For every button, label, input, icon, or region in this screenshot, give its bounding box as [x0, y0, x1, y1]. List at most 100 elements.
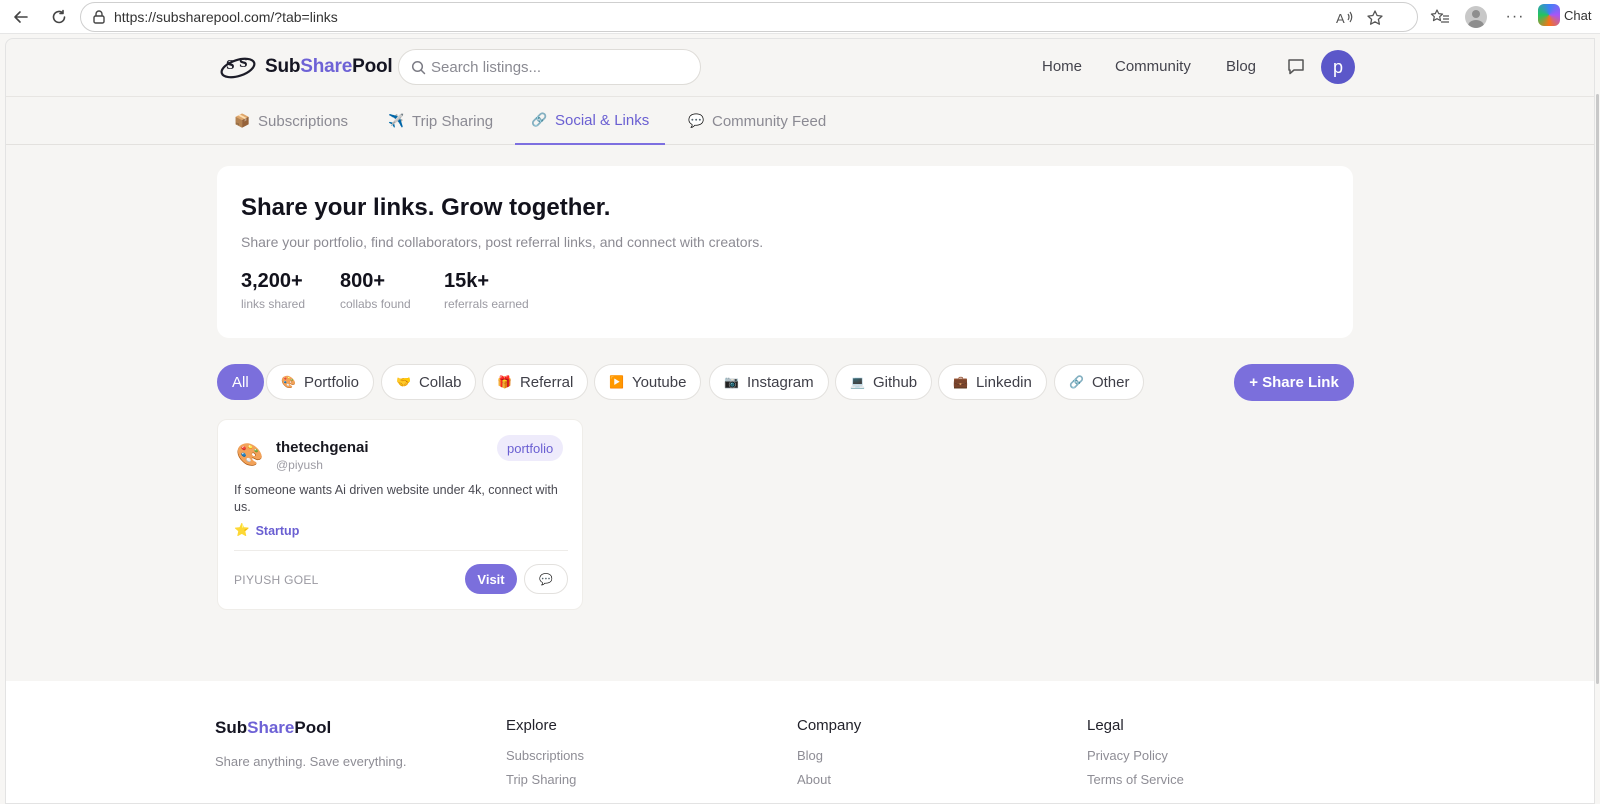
footer-link-terms[interactable]: Terms of Service [1087, 772, 1184, 787]
card-tag: ⭐ Startup [234, 523, 299, 538]
visit-button[interactable]: Visit [465, 564, 517, 594]
share-link-button[interactable]: + Share Link [1234, 364, 1354, 401]
footer-brand[interactable]: SubSharePool [215, 718, 331, 738]
hero-subtitle: Share your portfolio, find collaborators… [241, 234, 764, 250]
nav-community[interactable]: Community [1115, 58, 1191, 75]
search-box[interactable] [398, 49, 701, 85]
filter-instagram[interactable]: 📷 Instagram [709, 364, 829, 400]
card-handle: @piyush [276, 458, 323, 472]
user-avatar[interactable]: p [1321, 50, 1355, 84]
palette-icon: 🎨 [281, 375, 296, 389]
svg-text:S: S [226, 58, 235, 72]
footer-link-privacy[interactable]: Privacy Policy [1087, 748, 1184, 763]
tab-trip-sharing[interactable]: ✈️ Trip Sharing [372, 97, 509, 145]
footer-tagline: Share anything. Save everything. [215, 754, 407, 769]
camera-icon: 📷 [724, 375, 739, 389]
svg-text:A: A [1336, 11, 1345, 26]
footer-heading: Legal [1087, 717, 1124, 734]
filter-label: Portfolio [303, 373, 359, 391]
footer-link-blog[interactable]: Blog [797, 748, 861, 763]
logo-mark-icon: S S [220, 56, 256, 79]
back-arrow-icon[interactable] [10, 6, 32, 28]
favorite-star-icon[interactable] [1365, 9, 1385, 27]
footer-link-subscriptions[interactable]: Subscriptions [506, 748, 584, 763]
card-description: If someone wants Ai driven website under… [234, 483, 558, 514]
stat-value: 800+ [340, 270, 386, 292]
play-icon: ▶️ [609, 375, 624, 389]
card-owner: PIYUSH GOEL [234, 573, 319, 587]
scrollbar-thumb[interactable] [1596, 94, 1599, 684]
filter-github[interactable]: 💻 Github [835, 364, 933, 400]
footer-link-about[interactable]: About [797, 772, 861, 787]
filter-label: All [232, 373, 249, 391]
footer-heading: Explore [506, 717, 557, 734]
chat-bubble-icon[interactable] [1286, 57, 1306, 82]
browser-toolbar: https://subsharepool.com/?tab=links A ··… [0, 0, 1600, 34]
stat-label: links shared [241, 297, 306, 311]
stat-links-shared: 3,200+ links shared [241, 270, 305, 311]
gift-icon: 🎁 [497, 375, 512, 389]
filter-other[interactable]: 🔗 Other [1054, 364, 1145, 400]
footer-heading: Company [797, 717, 862, 734]
read-aloud-icon[interactable]: A [1335, 9, 1355, 27]
copilot-button[interactable]: Chat [1538, 4, 1591, 26]
star-icon: ⭐ [234, 523, 250, 537]
stat-label: referrals earned [444, 297, 529, 311]
filter-collab[interactable]: 🤝 Collab [381, 364, 477, 400]
filter-linkedin[interactable]: 💼 Linkedin [938, 364, 1047, 400]
link-card[interactable]: 🎨 thetechgenai @piyush portfolio If some… [217, 419, 583, 610]
copilot-icon [1538, 4, 1560, 26]
svg-text:S: S [239, 56, 248, 70]
filter-label: Collab [418, 373, 462, 391]
palette-icon: 🎨 [236, 442, 264, 467]
footer-column-company: Company Blog About [797, 717, 861, 796]
copilot-label: Chat [1564, 7, 1592, 23]
tab-label: Community Feed [712, 112, 827, 130]
nav-home[interactable]: Home [1042, 58, 1082, 75]
link-icon: 🔗 [531, 112, 548, 127]
nav-blog[interactable]: Blog [1226, 58, 1256, 75]
brand-name: SubSharePool [265, 56, 393, 77]
tab-social-links[interactable]: 🔗 Social & Links [515, 97, 666, 145]
comment-button[interactable]: 💬 [524, 564, 568, 594]
filter-referral[interactable]: 🎁 Referral [482, 364, 589, 400]
card-title[interactable]: thetechgenai [276, 439, 369, 456]
tab-community-feed[interactable]: 💬 Community Feed [672, 97, 842, 145]
filter-label: Linkedin [975, 373, 1032, 391]
footer: SubSharePool Share anything. Save everyt… [6, 681, 1594, 803]
hero-title: Share your links. Grow together. [241, 194, 611, 221]
airplane-icon: ✈️ [388, 113, 405, 128]
filter-label: Github [872, 373, 918, 391]
profile-icon[interactable] [1465, 6, 1487, 28]
search-input[interactable] [431, 56, 691, 78]
hero-card: Share your links. Grow together. Share y… [217, 166, 1353, 338]
footer-column-legal: Legal Privacy Policy Terms of Service [1087, 717, 1184, 796]
reload-icon[interactable] [48, 6, 70, 28]
tab-label: Social & Links [555, 111, 650, 129]
stat-collabs-found: 800+ collabs found [340, 270, 411, 311]
stat-value: 3,200+ [241, 270, 303, 292]
url-text[interactable]: https://subsharepool.com/?tab=links [114, 9, 338, 25]
filter-youtube[interactable]: ▶️ Youtube [594, 364, 702, 400]
comment-icon: 💬 [539, 573, 553, 586]
stat-value: 15k+ [444, 270, 490, 292]
footer-link-trip-sharing[interactable]: Trip Sharing [506, 772, 584, 787]
filter-portfolio[interactable]: 🎨 Portfolio [266, 364, 374, 400]
filter-all[interactable]: All [217, 364, 264, 400]
link-icon: 🔗 [1069, 375, 1084, 389]
lock-icon[interactable] [91, 9, 107, 30]
stat-referrals-earned: 15k+ referrals earned [444, 270, 529, 311]
favorites-icon[interactable] [1429, 6, 1451, 28]
stat-label: collabs found [340, 297, 411, 311]
category-badge: portfolio [497, 435, 564, 461]
address-bar[interactable]: https://subsharepool.com/?tab=links A [80, 2, 1418, 32]
briefcase-icon: 💼 [953, 375, 968, 389]
filter-label: Youtube [631, 373, 687, 391]
tab-subscriptions[interactable]: 📦 Subscriptions [218, 97, 364, 145]
top-navigation: S S SubSharePool Home Community Blog p [6, 39, 1594, 97]
footer-column-explore: Explore Subscriptions Trip Sharing [506, 717, 584, 796]
more-options-icon[interactable]: ··· [1504, 6, 1526, 28]
brand-logo[interactable]: S S SubSharePool [219, 53, 393, 81]
divider [234, 550, 568, 551]
tab-label: Trip Sharing [412, 112, 494, 130]
